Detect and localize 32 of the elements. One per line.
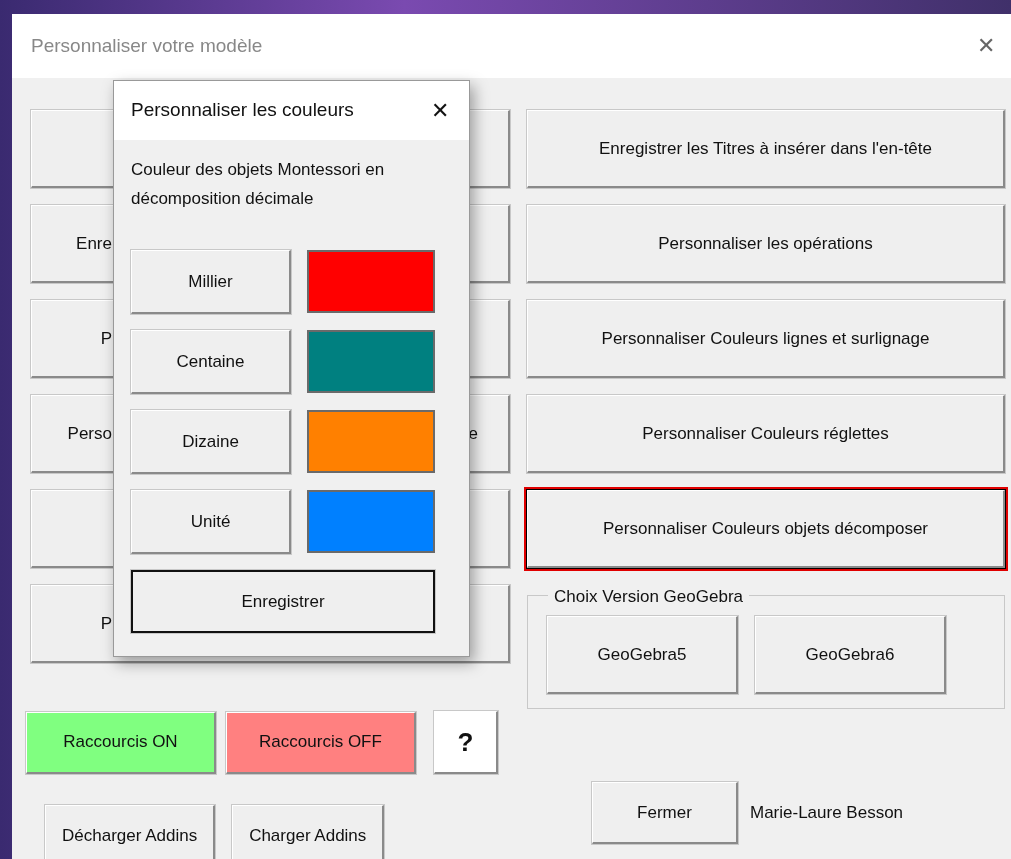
color-option-button[interactable]: Unité	[131, 489, 291, 554]
dialog-title: Personnaliser les couleurs	[131, 98, 354, 123]
help-button[interactable]: ?	[434, 711, 498, 774]
menu-button[interactable]: Personnaliser Couleurs lignes et surlignage	[527, 300, 1005, 378]
description-text: Couleur des objets Montessori en décomposition décimale	[130, 159, 386, 210]
shortcut-button[interactable]: Raccourcis OFF	[226, 711, 416, 774]
color-option-button[interactable]: Dizaine	[131, 409, 291, 474]
window-title: Personnaliser votre modèle	[31, 33, 263, 58]
shortcut-button[interactable]: Raccourcis ON	[26, 711, 216, 774]
button-label-fragment: P	[99, 327, 112, 350]
menu-button[interactable]: Personnaliser Couleurs réglettes	[527, 395, 1005, 473]
close-window-button[interactable]: Fermer	[592, 782, 738, 844]
button-label-fragment: Enre	[75, 232, 112, 255]
color-swatch[interactable]	[307, 489, 435, 553]
button-label-fragment: Perso	[66, 422, 112, 445]
close-button[interactable]: ✕	[971, 35, 1001, 57]
menu-button[interactable]: Personnaliser les opérations	[527, 205, 1005, 283]
color-option-button[interactable]: Millier	[131, 249, 291, 314]
color-swatch[interactable]	[307, 249, 435, 313]
color-swatch[interactable]	[307, 329, 435, 393]
menu-button[interactable]: Personnaliser Couleurs objets décomposer	[527, 490, 1005, 568]
menu-button[interactable]: Enregistrer les Titres à insérer dans l'en-tête	[527, 110, 1005, 188]
version-button[interactable]: GeoGebra6	[755, 616, 946, 694]
color-swatch[interactable]	[307, 409, 435, 473]
button-label-fragment: P	[99, 612, 112, 635]
version-button[interactable]: GeoGebra5	[547, 616, 738, 694]
save-button[interactable]: Enregistrer	[131, 569, 435, 633]
author-label: Marie-Laure Besson	[750, 802, 904, 825]
color-option-button[interactable]: Centaine	[131, 329, 291, 394]
addins-button[interactable]: Décharger Addins	[45, 805, 216, 859]
close-button[interactable]: ✕	[425, 99, 455, 122]
addins-button[interactable]: Charger Addins	[232, 805, 385, 859]
